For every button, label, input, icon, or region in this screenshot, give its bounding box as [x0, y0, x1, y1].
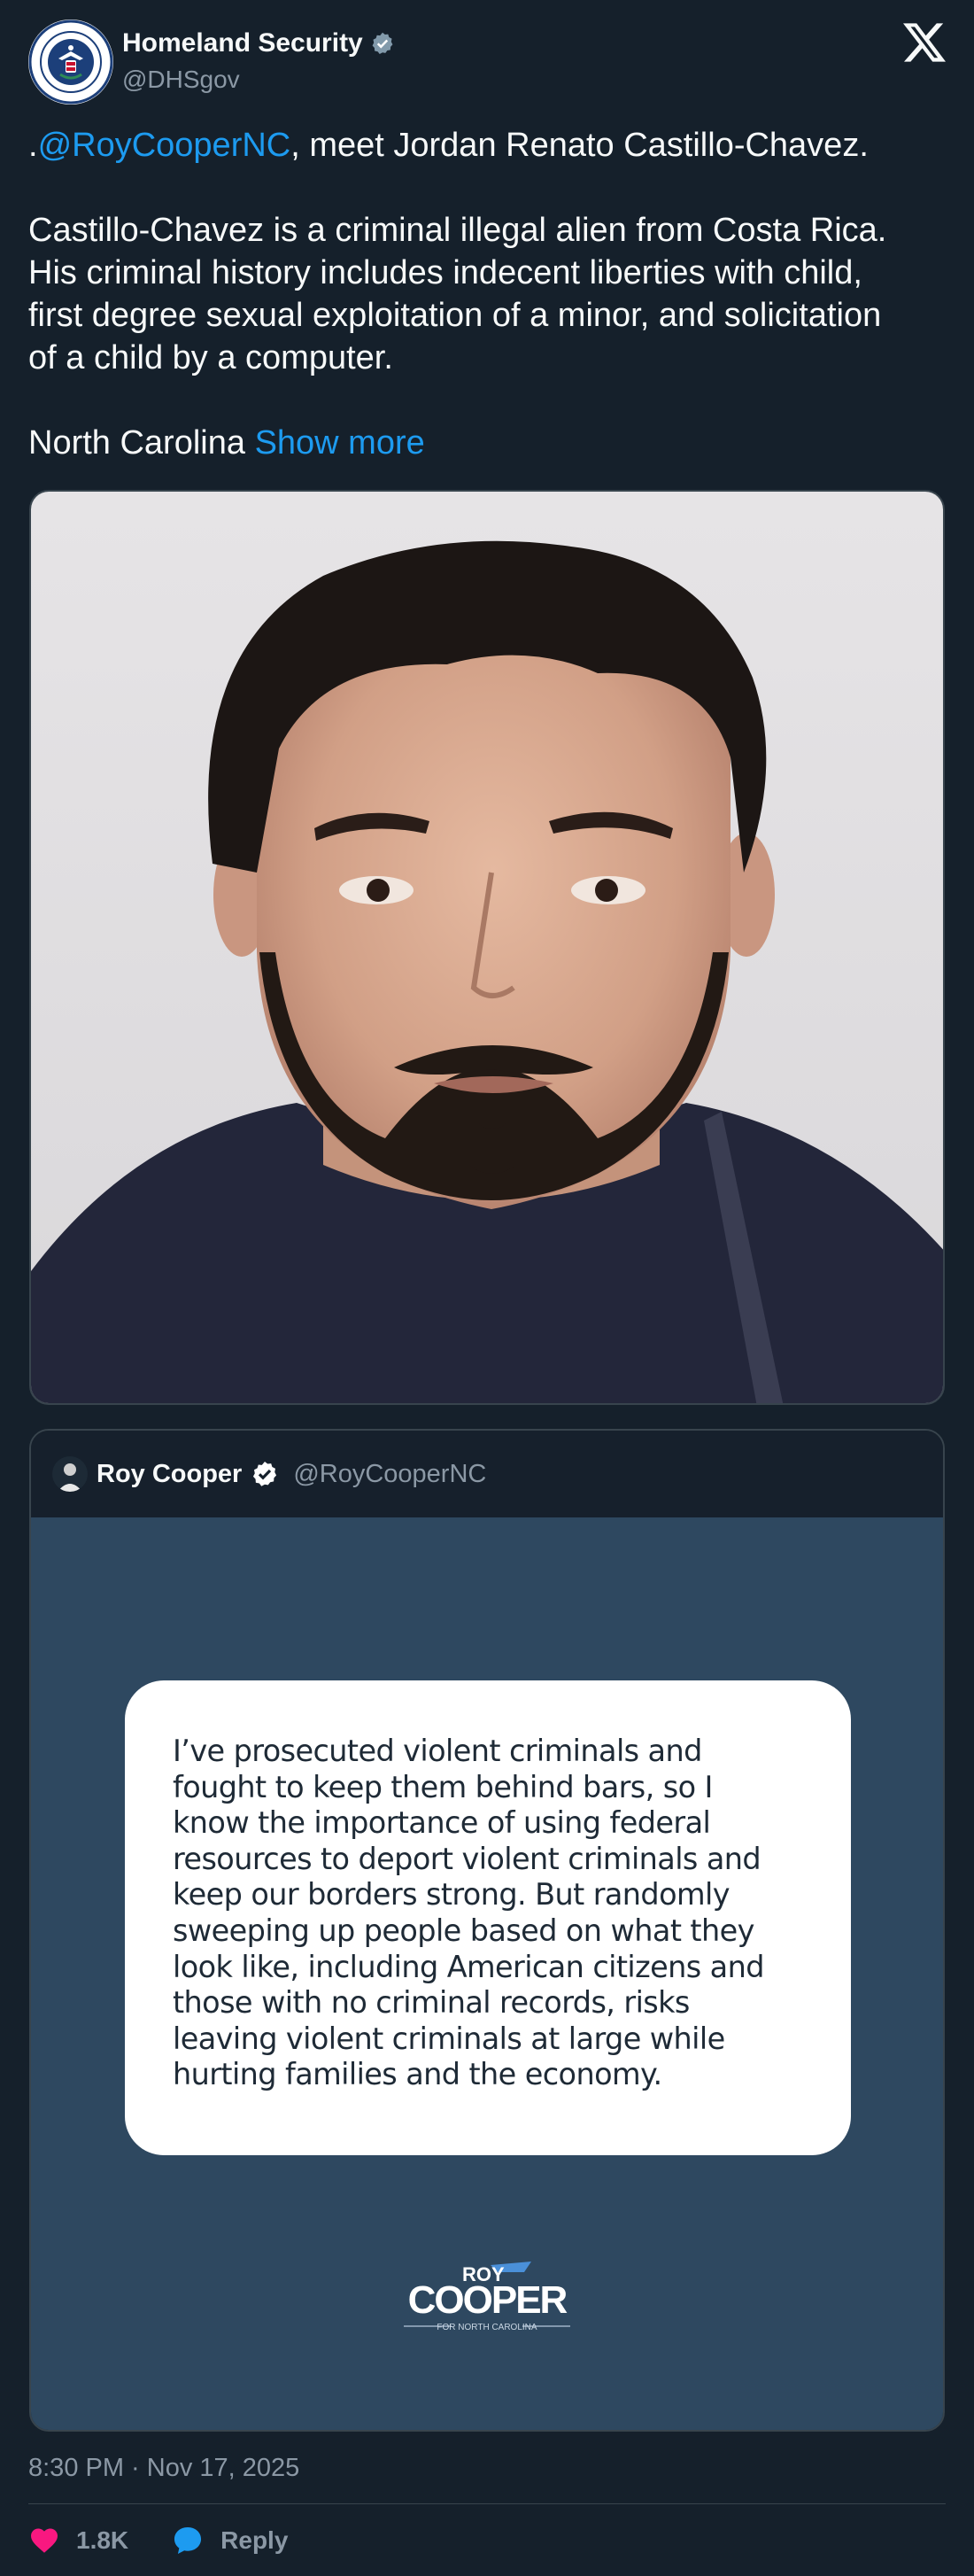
blue-verified-badge-icon: [253, 1462, 277, 1486]
statement-line: know the importance of using federal: [173, 1805, 711, 1841]
like-count: 1.8K: [76, 2526, 129, 2554]
roy-cooper-logo: ROY COOPER FOR NORTH CAROLINA: [404, 2262, 570, 2332]
tweet-timestamp[interactable]: 8:30 PM · Nov 17, 2025: [28, 2454, 299, 2483]
portrait-image: [31, 492, 943, 1403]
tweet-line: .@RoyCooperNC, meet Jordan Renato Castil…: [28, 124, 946, 167]
statement-line: sweeping up people based on what they: [173, 1913, 754, 1948]
statement-card: I’ve prosecuted violent criminals and fo…: [125, 1680, 851, 2155]
mention-link[interactable]: @RoyCooperNC: [38, 127, 291, 164]
tweet-line-text: North Carolina: [28, 424, 245, 462]
reply-label: Reply: [220, 2526, 289, 2554]
like-button[interactable]: 1.8K: [28, 2525, 128, 2557]
statement-text: I’ve prosecuted violent criminals and fo…: [173, 1734, 807, 2093]
quoted-tweet-header: Roy Cooper @RoyCooperNC: [31, 1431, 943, 1517]
tweet-line: first degree sexual exploitation of a mi…: [28, 297, 882, 334]
heart-icon: [31, 2528, 58, 2553]
author-name-row: Homeland Security: [122, 28, 395, 58]
tweet-photo[interactable]: [29, 490, 945, 1405]
roy-cooper-avatar[interactable]: [52, 1456, 88, 1492]
dhs-avatar[interactable]: [28, 19, 113, 105]
author-handle[interactable]: @DHSgov: [122, 66, 240, 94]
statement-line: hurting families and the economy.: [173, 2057, 662, 2092]
statement-line: leaving violent criminals at large while: [173, 2021, 725, 2056]
reply-button[interactable]: Reply: [171, 2524, 288, 2557]
divider: [28, 2503, 946, 2504]
statement-line: I’ve prosecuted violent criminals and: [173, 1734, 702, 1768]
tweet-line: His criminal history includes indecent l…: [28, 254, 862, 291]
tweet-line-rest: , meet Jordan Renato Castillo-Chavez.: [290, 127, 869, 164]
logo-line2: COOPER: [408, 2278, 568, 2322]
quoted-tweet[interactable]: Roy Cooper @RoyCooperNC I’ve prosecuted …: [29, 1429, 945, 2432]
tweet-line: Castillo-Chavez is a criminal illegal al…: [28, 212, 887, 249]
quoted-author-name[interactable]: Roy Cooper: [97, 1460, 242, 1489]
quoted-media[interactable]: I’ve prosecuted violent criminals and fo…: [31, 1517, 943, 2430]
dhs-seal-icon: [28, 19, 113, 105]
tweet-prefix: .: [28, 127, 38, 164]
statement-line: resources to deport violent criminals an…: [173, 1841, 761, 1876]
statement-line: keep our borders strong. But randomly: [173, 1877, 730, 1913]
tweet-line: of a child by a computer.: [28, 339, 393, 376]
tweet-actions: 1.8K Reply: [28, 2521, 330, 2560]
quoted-author-handle[interactable]: @RoyCooperNC: [293, 1460, 486, 1489]
statement-line: those with no criminal records, risks: [173, 1985, 690, 2021]
reply-bubble-icon: [174, 2526, 202, 2555]
statement-line: look like, including American citizens a…: [173, 1949, 764, 1984]
tweet-header: Homeland Security @DHSgov: [28, 19, 946, 108]
tweet-body: .@RoyCooperNC, meet Jordan Renato Castil…: [28, 124, 946, 464]
logo-tagline: FOR NORTH CAROLINA: [437, 2323, 537, 2332]
tweet-line: North Carolina Show more: [28, 422, 946, 464]
author-display-name[interactable]: Homeland Security: [122, 28, 363, 58]
statement-line: fought to keep them behind bars, so I: [173, 1769, 713, 1804]
gray-verified-badge-icon: [372, 32, 393, 55]
show-more-link[interactable]: Show more: [255, 424, 425, 462]
roy-cooper-avatar-icon: [52, 1456, 88, 1492]
x-logo-icon[interactable]: [903, 21, 946, 64]
